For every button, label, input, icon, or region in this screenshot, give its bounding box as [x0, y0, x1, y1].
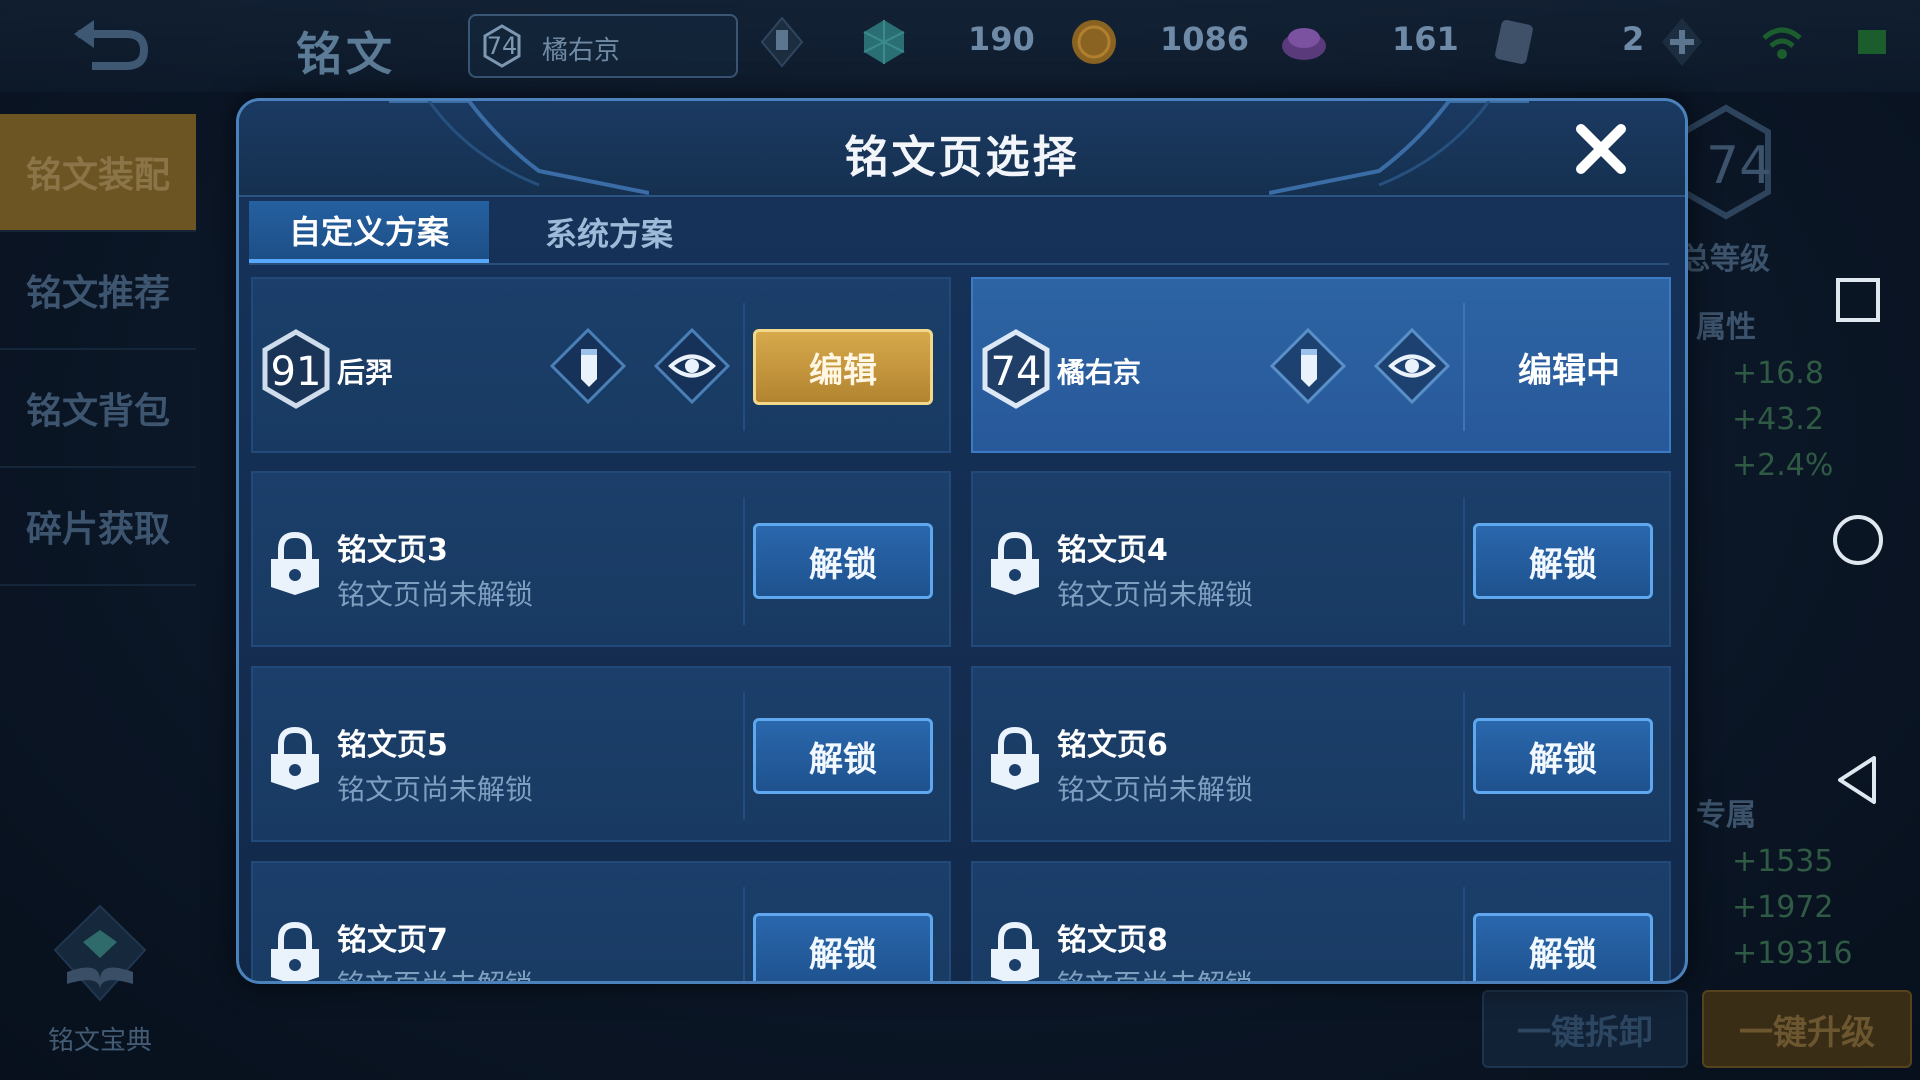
lock-icon [271, 921, 319, 981]
divider [1463, 887, 1465, 981]
gem-count: 190 [968, 20, 1035, 58]
nav-item-fragment[interactable]: 碎片获取 [0, 468, 196, 586]
card-count: 2 [1622, 20, 1645, 58]
divider [743, 303, 745, 431]
current-page-selector[interactable]: 74 橘右京 [468, 14, 738, 78]
dialog-header: 铭文页选择 [239, 101, 1685, 197]
page-slot-name: 铭文页5 [337, 728, 448, 763]
unlock-button[interactable]: 解锁 [753, 718, 933, 794]
stat-value: +2.4% [1732, 448, 1834, 483]
total-level-label: 总等级 [1680, 242, 1770, 277]
total-level-value: 74 [1706, 136, 1773, 196]
locked-page-card: 铭文页4 铭文页尚未解锁 解锁 [971, 471, 1671, 647]
page-slot-name: 铭文页6 [1057, 728, 1168, 763]
level-badge: 91 [261, 329, 331, 409]
codex-label: 铭文宝典 [47, 1026, 152, 1056]
nav-item-rune-recommend[interactable]: 铭文推荐 [0, 232, 196, 350]
book-icon [53, 904, 147, 1002]
locked-page-card: 铭文页8 铭文页尚未解锁 解锁 [971, 861, 1671, 981]
divider [743, 497, 745, 625]
lock-icon [991, 921, 1039, 981]
add-icon[interactable] [1658, 16, 1706, 68]
page-slot-name: 铭文页8 [1057, 923, 1168, 958]
divider [743, 887, 745, 981]
gold-coin-icon [1072, 20, 1116, 64]
rune-codex[interactable]: 铭文宝典 [30, 900, 170, 1057]
page-slot-name: 铭文页3 [337, 533, 448, 568]
unlock-button[interactable]: 解锁 [1473, 718, 1653, 794]
wifi-icon [1762, 27, 1802, 59]
rune-page-card-selected[interactable]: 74 橘右京 编辑中 [971, 277, 1671, 453]
divider [1463, 497, 1465, 625]
unlock-button[interactable]: 解锁 [753, 913, 933, 981]
locked-page-card: 铭文页7 铭文页尚未解锁 解锁 [251, 861, 951, 981]
page-slot-status: 铭文页尚未解锁 [337, 963, 533, 981]
nav-item-rune-equip[interactable]: 铭文装配 [0, 114, 196, 232]
divider [1463, 692, 1465, 820]
scheme-tabs: 自定义方案 系统方案 [249, 201, 1669, 265]
upgrade-all-button[interactable]: 一键升级 [1702, 990, 1912, 1068]
unlock-button[interactable]: 解锁 [1473, 913, 1653, 981]
battery-icon [1858, 30, 1886, 54]
close-icon[interactable] [1573, 121, 1629, 177]
unlock-button[interactable]: 解锁 [753, 523, 933, 599]
gem-icon [863, 20, 905, 64]
lock-icon [991, 726, 1039, 790]
lock-icon [271, 726, 319, 790]
divider [743, 692, 745, 820]
page-slot-status: 铭文页尚未解锁 [337, 578, 534, 611]
crystal-count: 161 [1392, 20, 1459, 58]
stat-value: +1972 [1732, 890, 1834, 925]
home-icon[interactable] [1828, 510, 1888, 570]
editing-status: 编辑中 [1518, 351, 1620, 391]
back-arrow-icon[interactable] [70, 20, 150, 74]
rune-page-card[interactable]: 91 后羿 编辑 [251, 277, 951, 453]
level-badge: 74 [981, 329, 1051, 409]
stat-value: +43.2 [1732, 402, 1824, 437]
locked-page-card: 铭文页3 铭文页尚未解锁 解锁 [251, 471, 951, 647]
page-slot-status: 铭文页尚未解锁 [337, 773, 534, 806]
preview-eye-icon[interactable] [1373, 327, 1451, 405]
recent-apps-icon[interactable] [1828, 270, 1888, 330]
page-slot-name: 铭文页7 [337, 923, 448, 958]
gold-count: 1086 [1160, 20, 1250, 58]
page-name: 后羿 [337, 356, 394, 389]
level-badge: 74 [482, 24, 522, 68]
stat-value: +16.8 [1732, 356, 1824, 391]
page-name: 橘右京 [1057, 356, 1142, 389]
tab-system-scheme[interactable]: 系统方案 [489, 201, 729, 263]
preview-eye-icon[interactable] [653, 327, 731, 405]
page-slot-status: 铭文页尚未解锁 [1057, 963, 1253, 981]
page-slot-name: 铭文页4 [1057, 533, 1168, 568]
lock-icon [271, 531, 319, 595]
tab-custom-scheme[interactable]: 自定义方案 [249, 201, 489, 263]
nav-item-rune-bag[interactable]: 铭文背包 [0, 350, 196, 468]
edit-button[interactable]: 编辑 [753, 329, 933, 405]
exclusive-label: 专属 [1696, 798, 1756, 833]
dialog-title: 铭文页选择 [844, 132, 1080, 183]
page-title: 铭文 [296, 27, 396, 81]
left-nav: 铭文装配 铭文推荐 铭文背包 碎片获取 [0, 114, 196, 586]
disassemble-all-button[interactable]: 一键拆卸 [1482, 990, 1688, 1068]
current-page-name: 橘右京 [542, 36, 621, 66]
locked-page-card: 铭文页6 铭文页尚未解锁 解锁 [971, 666, 1671, 842]
lock-icon [991, 531, 1039, 595]
page-slot-status: 铭文页尚未解锁 [1057, 773, 1254, 806]
page-slot-status: 铭文页尚未解锁 [1057, 578, 1254, 611]
rename-pencil-icon[interactable] [1269, 327, 1347, 405]
attr-label: 属性 [1696, 310, 1756, 345]
unlock-button[interactable]: 解锁 [1473, 523, 1653, 599]
rune-page-select-dialog: 铭文页选择 自定义方案 系统方案 91 后羿 编辑 74 橘右京 编辑中 铭文页… [236, 98, 1688, 984]
card-icon [1495, 20, 1533, 64]
stat-value: +19316 [1732, 936, 1853, 971]
pencil-icon[interactable] [758, 16, 806, 68]
back-nav-icon[interactable] [1828, 750, 1888, 810]
locked-page-card: 铭文页5 铭文页尚未解锁 解锁 [251, 666, 951, 842]
crystal-icon [1282, 28, 1326, 60]
stat-value: +1535 [1732, 844, 1834, 879]
rename-pencil-icon[interactable] [549, 327, 627, 405]
